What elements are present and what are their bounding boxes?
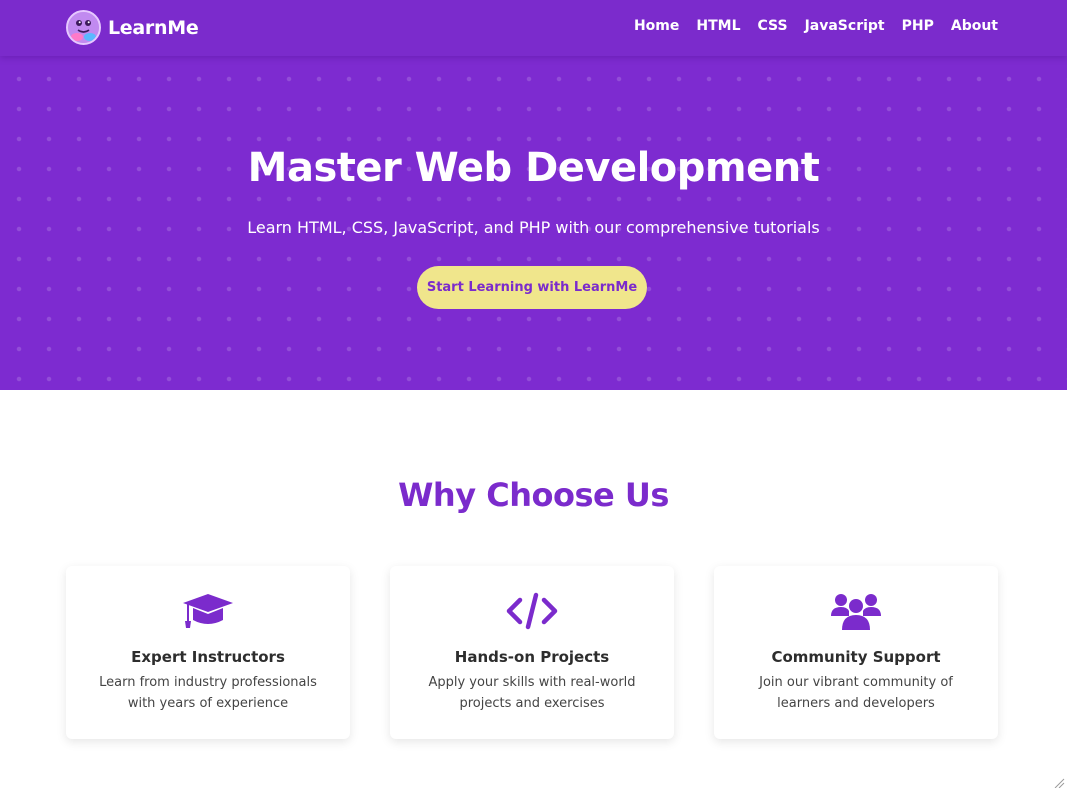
brand[interactable]: LearnMe [66,10,199,45]
feature-card-community-support: Community Support Join our vibrant commu… [714,566,998,739]
top-navbar: LearnMe Home HTML CSS JavaScript PHP Abo… [0,0,1067,56]
code-icon [390,590,674,632]
why-choose-us-section: Why Choose Us Expert Instructors Learn f… [0,390,1067,788]
nav-link-home[interactable]: Home [634,18,679,34]
nav-links: Home HTML CSS JavaScript PHP About [634,18,998,34]
section-title: Why Choose Us [398,476,669,514]
learnme-logo-icon [66,10,101,45]
nav-link-html[interactable]: HTML [696,18,740,34]
feature-card-hands-on-projects: Hands-on Projects Apply your skills with… [390,566,674,739]
nav-link-javascript[interactable]: JavaScript [805,18,885,34]
hero-subtitle: Learn HTML, CSS, JavaScript, and PHP wit… [247,218,820,237]
nav-link-php[interactable]: PHP [902,18,934,34]
feature-description: Join our vibrant community of learners a… [759,675,953,711]
hero-title: Master Web Development [247,145,820,191]
feature-title: Community Support [771,648,941,666]
graduation-cap-icon [66,590,350,632]
brand-name: LearnMe [108,16,199,39]
feature-title: Expert Instructors [131,648,285,666]
feature-description: Apply your skills with real-world projec… [428,675,636,711]
users-icon [714,590,998,632]
feature-description: Learn from industry professionals with y… [99,675,317,711]
feature-title: Hands-on Projects [454,648,610,666]
resize-grip-icon[interactable] [1053,774,1065,788]
nav-link-css[interactable]: CSS [758,18,788,34]
hero-section: Master Web Development Learn HTML, CSS, … [0,56,1067,390]
feature-card-expert-instructors: Expert Instructors Learn from industry p… [66,566,350,739]
start-learning-button[interactable]: Start Learning with LearnMe [417,266,647,309]
nav-link-about[interactable]: About [951,18,998,34]
